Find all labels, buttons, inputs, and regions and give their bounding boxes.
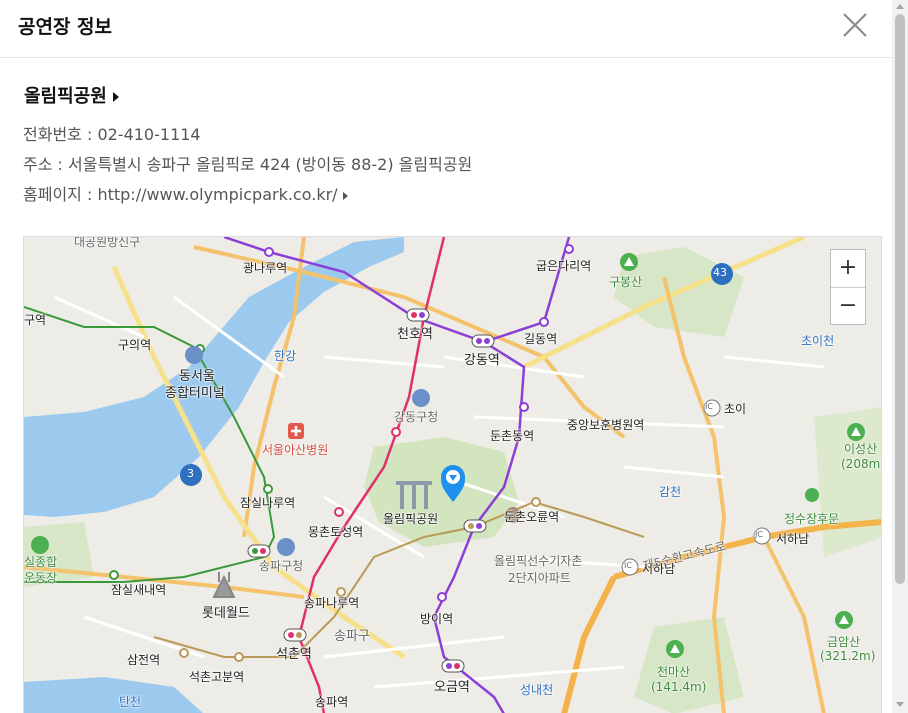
map-label: 구의역 xyxy=(118,338,152,352)
map-label: 길동역 xyxy=(524,332,558,346)
map-label: 롯데월드 xyxy=(202,606,250,621)
map-label: 초이천 xyxy=(801,334,835,348)
map-label: 송파구 xyxy=(334,629,370,644)
phone-text: 전화번호 : 02-410-1114 xyxy=(23,125,201,144)
map-label: 강동역 xyxy=(464,353,500,368)
map-label: 종합터미널 xyxy=(165,386,225,401)
map-label: 석촌역 xyxy=(276,647,312,662)
map-label: 서울아산병원 xyxy=(262,443,329,457)
zoom-out-button[interactable]: − xyxy=(831,288,865,325)
map-label: 대공원방신구 xyxy=(74,236,141,249)
map-label: 2단지아파트 xyxy=(508,571,571,585)
scroll-up-icon[interactable] xyxy=(896,4,904,9)
close-icon[interactable] xyxy=(840,10,870,40)
map-label: (321.2m) xyxy=(820,649,876,663)
map-label: 감천 xyxy=(659,485,682,499)
dialog-header: 공연장 정보 xyxy=(0,0,892,58)
map-label: 굽은다리역 xyxy=(536,259,592,273)
map-label: 운동장 xyxy=(24,571,58,585)
map-label: 탄천 xyxy=(119,695,142,709)
venue-name: 올림픽공원 xyxy=(24,86,107,107)
scrollbar-thumb[interactable] xyxy=(895,14,905,584)
map-label: 오금역 xyxy=(434,680,470,695)
map-label: 서하남 xyxy=(776,532,810,546)
map-label: 잠실나루역 xyxy=(240,496,296,510)
map-label: 정수장후문 xyxy=(784,512,840,526)
map-label: 서하남 xyxy=(642,562,676,576)
map-label: IC xyxy=(705,402,713,411)
map-label: 둔촌오륜역 xyxy=(504,510,560,524)
map-label: 송파역 xyxy=(315,695,349,709)
map-label: 초이 xyxy=(724,402,747,416)
map-label: 몽촌토성역 xyxy=(308,525,364,539)
map-label: 둔촌동역 xyxy=(490,429,535,443)
map-label: (208m) xyxy=(841,457,882,471)
zoom-control: + − xyxy=(830,249,866,325)
map-label: 성내천 xyxy=(520,683,554,697)
map-label: 강동구청 xyxy=(394,410,439,424)
address-text: 주소 : 서울특별시 송파구 올림픽로 424 (방이동 88-2) 올림픽공원 xyxy=(23,155,473,174)
map-canvas xyxy=(24,237,881,713)
map-label: 천마산 xyxy=(657,665,691,679)
road-number: 43 xyxy=(713,266,727,279)
scrollbar[interactable] xyxy=(892,0,908,713)
map-label: 삼전역 xyxy=(127,653,161,667)
map-label: JC xyxy=(755,530,763,539)
zoom-in-button[interactable]: + xyxy=(831,250,865,288)
homepage-link[interactable]: http://www.olympicpark.co.kr/ xyxy=(97,185,337,204)
map-label: IC xyxy=(624,561,632,570)
scroll-down-icon[interactable] xyxy=(896,702,904,707)
map-label: 금암산 xyxy=(827,635,861,649)
caret-right-icon xyxy=(112,92,119,102)
map-label: 방이역 xyxy=(420,612,454,626)
map-label: 실종합 xyxy=(24,555,58,569)
caret-right-icon xyxy=(342,191,348,200)
map-label: 구봉산 xyxy=(609,275,643,289)
map-label: 송파구청 xyxy=(259,559,304,573)
map-label: 한강 xyxy=(274,349,297,363)
map-label: 구역 xyxy=(24,313,47,327)
map-label: (141.4m) xyxy=(651,680,707,694)
map-label: 올림픽선수기자촌 xyxy=(494,554,583,568)
map-label: 올림픽공원 xyxy=(383,512,439,526)
venue-map[interactable]: 대공원방신구 광나루역 굽은다리역 구봉산 43 구역 구의역 천호역 길동역 … xyxy=(23,236,882,713)
map-label: 잠실새내역 xyxy=(111,583,167,597)
map-label: 석촌고분역 xyxy=(189,670,245,684)
road-number: 3 xyxy=(187,467,194,480)
map-label: 천호역 xyxy=(397,327,433,342)
map-label: 광나루역 xyxy=(243,261,288,275)
map-label: 이성산 xyxy=(844,442,878,456)
map-label: 중앙보훈병원역 xyxy=(567,418,645,432)
map-label: 송파나루역 xyxy=(304,596,360,610)
dialog-title: 공연장 정보 xyxy=(18,16,113,38)
venue-name-link[interactable]: 올림픽공원 xyxy=(24,82,119,108)
homepage-row: 홈페이지 : http://www.olympicpark.co.kr/ xyxy=(23,181,348,205)
homepage-label: 홈페이지 : xyxy=(23,185,98,204)
